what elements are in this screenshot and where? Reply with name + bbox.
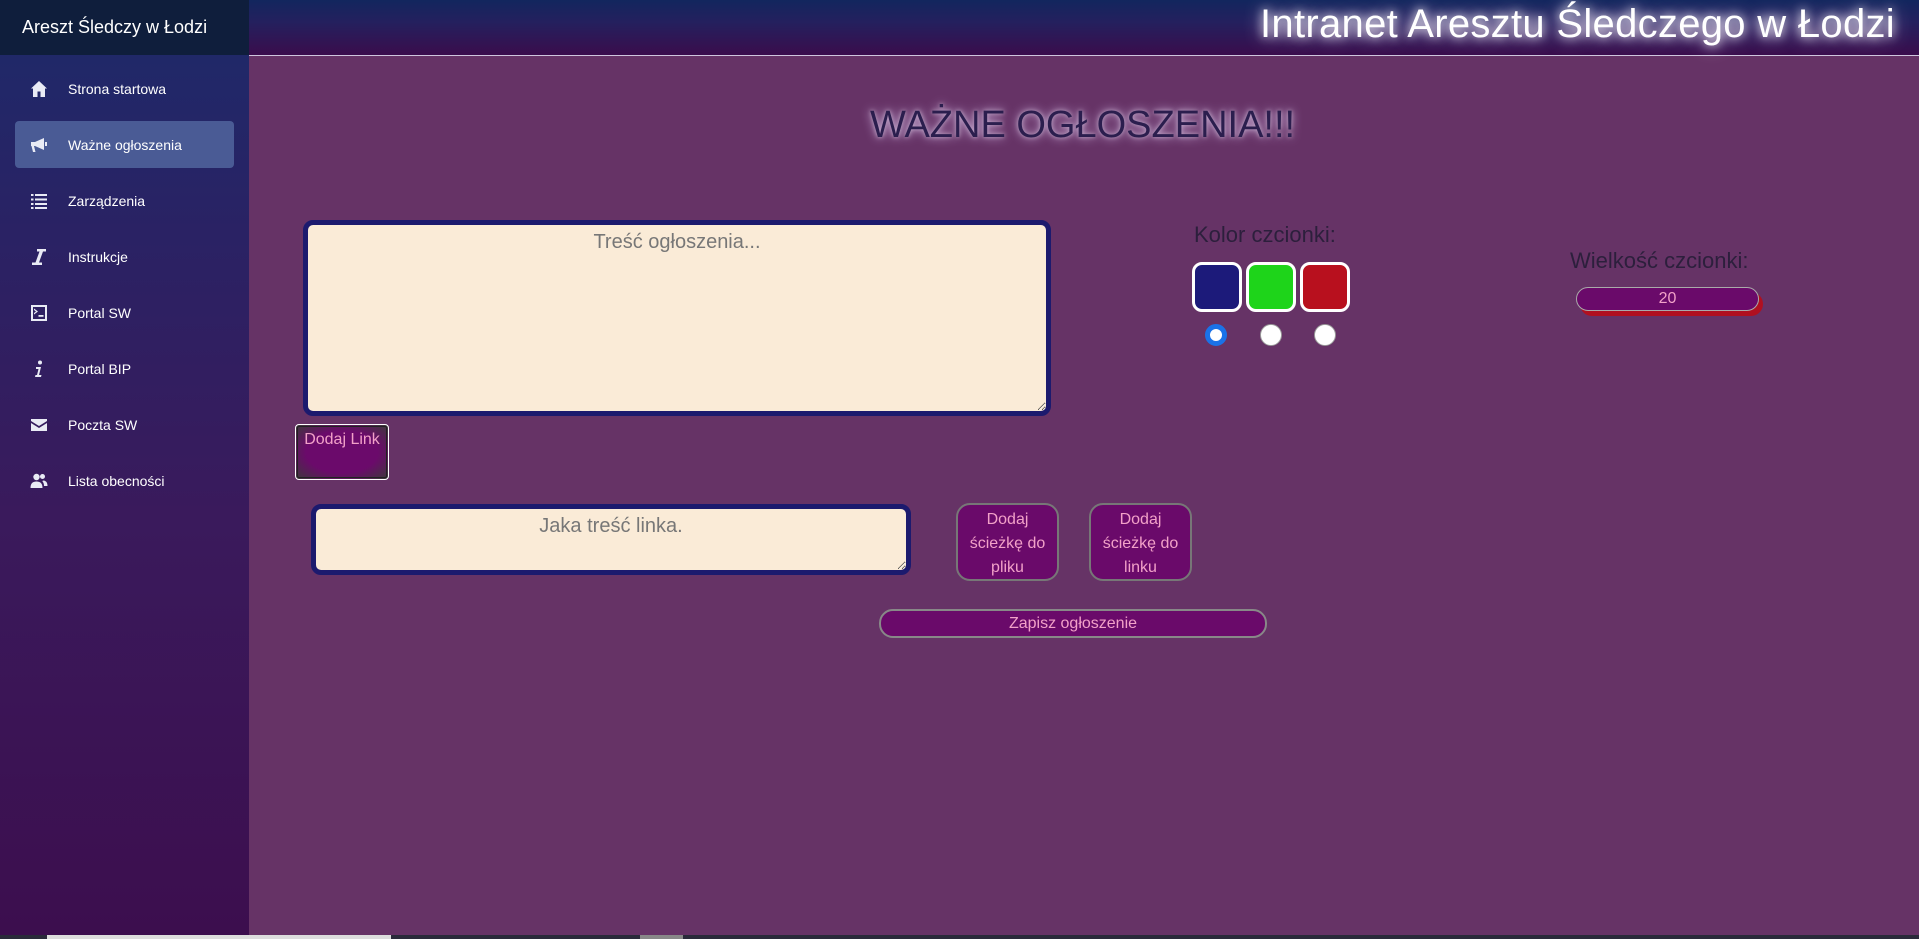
font-size-input[interactable]: 20: [1576, 287, 1759, 311]
home-icon: [29, 79, 49, 99]
font-color-label: Kolor czcionki:: [1194, 222, 1336, 247]
link-text-textarea[interactable]: [311, 504, 911, 575]
sidebar-item-label: Instrukcje: [68, 248, 128, 265]
italic-i-icon: [29, 247, 49, 267]
sidebar-item-label: Portal SW: [68, 304, 132, 321]
list-icon: [29, 191, 49, 211]
bottom-scrollbar: [0, 935, 1919, 939]
color-radio-red[interactable]: [1314, 324, 1336, 346]
sidebar-item-wazne-ogloszenia[interactable]: Ważne ogłoszenia: [15, 121, 234, 168]
announcement-content-textarea[interactable]: [303, 220, 1051, 416]
color-radio-navy[interactable]: [1205, 324, 1227, 346]
color-swatch-red[interactable]: [1300, 262, 1350, 312]
sidebar-item-lista-obecnosci[interactable]: Lista obecności: [15, 457, 234, 504]
sidebar-item-label: Strona startowa: [68, 80, 167, 97]
color-radio-green[interactable]: [1260, 324, 1282, 346]
sidebar-item-zarzadzenia[interactable]: Zarządzenia: [15, 177, 234, 224]
add-link-button[interactable]: Dodaj Link: [295, 424, 389, 480]
sidebar-item-portal-sw[interactable]: Portal SW: [15, 289, 234, 336]
color-swatch-navy[interactable]: [1192, 262, 1242, 312]
font-size-label: Wielkość czcionki:: [1570, 248, 1749, 273]
add-file-path-button[interactable]: Dodaj ścieżkę do pliku: [956, 503, 1059, 581]
add-link-path-button[interactable]: Dodaj ścieżkę do linku: [1089, 503, 1192, 581]
page-title: WAŻNE OGŁOSZENIA!!!: [870, 104, 1296, 146]
sidebar-item-poczta-sw[interactable]: Poczta SW: [15, 401, 234, 448]
color-swatch-green[interactable]: [1246, 262, 1296, 312]
scroll-thumb[interactable]: [640, 935, 683, 939]
sidebar-item-portal-bip[interactable]: Portal BIP: [15, 345, 234, 392]
terminal-icon: [29, 303, 49, 323]
megaphone-icon: [29, 135, 49, 155]
sidebar-item-instrukcje[interactable]: Instrukcje: [15, 233, 234, 280]
sidebar: Areszt Śledczy w Łodzi Strona startowa W…: [0, 0, 249, 939]
sidebar-item-label: Zarządzenia: [68, 192, 146, 209]
top-header: Intranet Aresztu Śledczego w Łodzi: [249, 0, 1919, 56]
sidebar-nav: Strona startowa Ważne ogłoszenia Zarządz…: [0, 55, 249, 504]
sidebar-item-label: Ważne ogłoszenia: [68, 136, 182, 153]
users-icon: [29, 471, 49, 491]
save-announcement-button[interactable]: Zapisz ogłoszenie: [879, 609, 1267, 638]
brand-title[interactable]: Areszt Śledczy w Łodzi: [0, 0, 249, 55]
sidebar-item-label: Portal BIP: [68, 360, 132, 377]
sidebar-item-label: Lista obecności: [68, 472, 165, 489]
info-icon: [29, 359, 49, 379]
envelope-icon: [29, 415, 49, 435]
scroll-segment: [47, 935, 391, 939]
sidebar-item-strona-startowa[interactable]: Strona startowa: [15, 65, 234, 112]
sidebar-item-label: Poczta SW: [68, 416, 138, 433]
site-title: Intranet Aresztu Śledczego w Łodzi: [1259, 2, 1895, 46]
